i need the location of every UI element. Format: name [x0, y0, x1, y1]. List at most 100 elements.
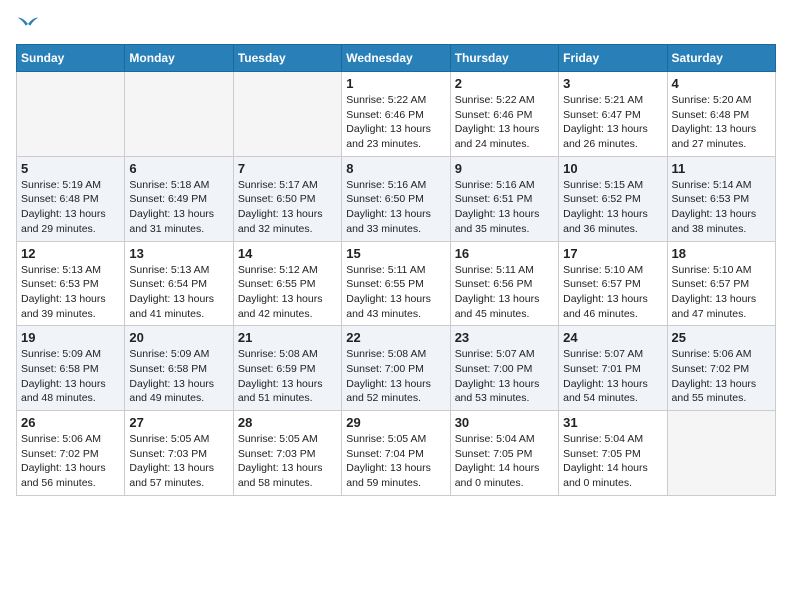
- cell-info: Sunrise: 5:16 AM Sunset: 6:50 PM Dayligh…: [346, 178, 445, 237]
- calendar-cell: 28 Sunrise: 5:05 AM Sunset: 7:03 PM Dayli…: [233, 411, 341, 496]
- calendar-cell: 15 Sunrise: 5:11 AM Sunset: 6:55 PM Dayli…: [342, 241, 450, 326]
- calendar-cell: 27 Sunrise: 5:05 AM Sunset: 7:03 PM Dayli…: [125, 411, 233, 496]
- day-number: 23: [455, 330, 554, 345]
- day-number: 15: [346, 246, 445, 261]
- calendar-cell: 16 Sunrise: 5:11 AM Sunset: 6:56 PM Dayli…: [450, 241, 558, 326]
- day-number: 8: [346, 161, 445, 176]
- calendar-cell: 1 Sunrise: 5:22 AM Sunset: 6:46 PM Daylig…: [342, 72, 450, 157]
- calendar-cell: 20 Sunrise: 5:09 AM Sunset: 6:58 PM Dayli…: [125, 326, 233, 411]
- calendar-week-row: 1 Sunrise: 5:22 AM Sunset: 6:46 PM Daylig…: [17, 72, 776, 157]
- cell-info: Sunrise: 5:17 AM Sunset: 6:50 PM Dayligh…: [238, 178, 337, 237]
- cell-info: Sunrise: 5:04 AM Sunset: 7:05 PM Dayligh…: [455, 432, 554, 491]
- day-number: 18: [672, 246, 771, 261]
- cell-info: Sunrise: 5:11 AM Sunset: 6:55 PM Dayligh…: [346, 263, 445, 322]
- cell-info: Sunrise: 5:19 AM Sunset: 6:48 PM Dayligh…: [21, 178, 120, 237]
- cell-info: Sunrise: 5:20 AM Sunset: 6:48 PM Dayligh…: [672, 93, 771, 152]
- cell-info: Sunrise: 5:04 AM Sunset: 7:05 PM Dayligh…: [563, 432, 662, 491]
- cell-info: Sunrise: 5:13 AM Sunset: 6:53 PM Dayligh…: [21, 263, 120, 322]
- col-header-saturday: Saturday: [667, 45, 775, 72]
- calendar-cell: [667, 411, 775, 496]
- cell-info: Sunrise: 5:08 AM Sunset: 7:00 PM Dayligh…: [346, 347, 445, 406]
- calendar-week-row: 12 Sunrise: 5:13 AM Sunset: 6:53 PM Dayli…: [17, 241, 776, 326]
- day-number: 19: [21, 330, 120, 345]
- calendar-cell: 18 Sunrise: 5:10 AM Sunset: 6:57 PM Dayli…: [667, 241, 775, 326]
- col-header-sunday: Sunday: [17, 45, 125, 72]
- cell-info: Sunrise: 5:05 AM Sunset: 7:03 PM Dayligh…: [129, 432, 228, 491]
- cell-info: Sunrise: 5:22 AM Sunset: 6:46 PM Dayligh…: [455, 93, 554, 152]
- day-number: 13: [129, 246, 228, 261]
- col-header-monday: Monday: [125, 45, 233, 72]
- calendar-cell: 12 Sunrise: 5:13 AM Sunset: 6:53 PM Dayli…: [17, 241, 125, 326]
- day-number: 11: [672, 161, 771, 176]
- calendar-week-row: 26 Sunrise: 5:06 AM Sunset: 7:02 PM Dayli…: [17, 411, 776, 496]
- calendar-cell: 21 Sunrise: 5:08 AM Sunset: 6:59 PM Dayli…: [233, 326, 341, 411]
- day-number: 25: [672, 330, 771, 345]
- logo: [16, 16, 44, 32]
- calendar-cell: 11 Sunrise: 5:14 AM Sunset: 6:53 PM Dayli…: [667, 156, 775, 241]
- calendar-cell: [17, 72, 125, 157]
- cell-info: Sunrise: 5:13 AM Sunset: 6:54 PM Dayligh…: [129, 263, 228, 322]
- day-number: 16: [455, 246, 554, 261]
- day-number: 30: [455, 415, 554, 430]
- day-number: 21: [238, 330, 337, 345]
- calendar-cell: 5 Sunrise: 5:19 AM Sunset: 6:48 PM Daylig…: [17, 156, 125, 241]
- cell-info: Sunrise: 5:15 AM Sunset: 6:52 PM Dayligh…: [563, 178, 662, 237]
- cell-info: Sunrise: 5:16 AM Sunset: 6:51 PM Dayligh…: [455, 178, 554, 237]
- calendar-cell: 13 Sunrise: 5:13 AM Sunset: 6:54 PM Dayli…: [125, 241, 233, 326]
- cell-info: Sunrise: 5:10 AM Sunset: 6:57 PM Dayligh…: [672, 263, 771, 322]
- day-number: 6: [129, 161, 228, 176]
- day-number: 12: [21, 246, 120, 261]
- cell-info: Sunrise: 5:14 AM Sunset: 6:53 PM Dayligh…: [672, 178, 771, 237]
- calendar-week-row: 5 Sunrise: 5:19 AM Sunset: 6:48 PM Daylig…: [17, 156, 776, 241]
- day-number: 22: [346, 330, 445, 345]
- calendar-cell: 3 Sunrise: 5:21 AM Sunset: 6:47 PM Daylig…: [559, 72, 667, 157]
- day-number: 1: [346, 76, 445, 91]
- cell-info: Sunrise: 5:12 AM Sunset: 6:55 PM Dayligh…: [238, 263, 337, 322]
- day-number: 10: [563, 161, 662, 176]
- cell-info: Sunrise: 5:06 AM Sunset: 7:02 PM Dayligh…: [21, 432, 120, 491]
- col-header-wednesday: Wednesday: [342, 45, 450, 72]
- cell-info: Sunrise: 5:08 AM Sunset: 6:59 PM Dayligh…: [238, 347, 337, 406]
- cell-info: Sunrise: 5:18 AM Sunset: 6:49 PM Dayligh…: [129, 178, 228, 237]
- day-number: 26: [21, 415, 120, 430]
- cell-info: Sunrise: 5:05 AM Sunset: 7:04 PM Dayligh…: [346, 432, 445, 491]
- cell-info: Sunrise: 5:07 AM Sunset: 7:00 PM Dayligh…: [455, 347, 554, 406]
- page-header: [16, 16, 776, 32]
- day-number: 9: [455, 161, 554, 176]
- calendar-header-row: SundayMondayTuesdayWednesdayThursdayFrid…: [17, 45, 776, 72]
- cell-info: Sunrise: 5:06 AM Sunset: 7:02 PM Dayligh…: [672, 347, 771, 406]
- day-number: 3: [563, 76, 662, 91]
- col-header-thursday: Thursday: [450, 45, 558, 72]
- day-number: 24: [563, 330, 662, 345]
- calendar-cell: 23 Sunrise: 5:07 AM Sunset: 7:00 PM Dayli…: [450, 326, 558, 411]
- day-number: 29: [346, 415, 445, 430]
- calendar-cell: 24 Sunrise: 5:07 AM Sunset: 7:01 PM Dayli…: [559, 326, 667, 411]
- calendar-cell: 25 Sunrise: 5:06 AM Sunset: 7:02 PM Dayli…: [667, 326, 775, 411]
- cell-info: Sunrise: 5:21 AM Sunset: 6:47 PM Dayligh…: [563, 93, 662, 152]
- calendar-cell: 14Sunrise: 5:12 AM Sunset: 6:55 PM Dayli…: [233, 241, 341, 326]
- day-number: 4: [672, 76, 771, 91]
- calendar-cell: 2Sunrise: 5:22 AM Sunset: 6:46 PM Daylig…: [450, 72, 558, 157]
- day-number: 28: [238, 415, 337, 430]
- cell-info: Sunrise: 5:07 AM Sunset: 7:01 PM Dayligh…: [563, 347, 662, 406]
- calendar-week-row: 19 Sunrise: 5:09 AM Sunset: 6:58 PM Dayli…: [17, 326, 776, 411]
- calendar-cell: 9 Sunrise: 5:16 AM Sunset: 6:51 PM Daylig…: [450, 156, 558, 241]
- calendar-cell: 29 Sunrise: 5:05 AM Sunset: 7:04 PM Dayli…: [342, 411, 450, 496]
- calendar-cell: 7Sunrise: 5:17 AM Sunset: 6:50 PM Daylig…: [233, 156, 341, 241]
- day-number: 20: [129, 330, 228, 345]
- cell-info: Sunrise: 5:09 AM Sunset: 6:58 PM Dayligh…: [21, 347, 120, 406]
- cell-info: Sunrise: 5:22 AM Sunset: 6:46 PM Dayligh…: [346, 93, 445, 152]
- calendar-cell: 31Sunrise: 5:04 AM Sunset: 7:05 PM Dayli…: [559, 411, 667, 496]
- calendar-cell: 17Sunrise: 5:10 AM Sunset: 6:57 PM Dayli…: [559, 241, 667, 326]
- day-number: 5: [21, 161, 120, 176]
- day-number: 27: [129, 415, 228, 430]
- col-header-tuesday: Tuesday: [233, 45, 341, 72]
- calendar-cell: 30 Sunrise: 5:04 AM Sunset: 7:05 PM Dayli…: [450, 411, 558, 496]
- cell-info: Sunrise: 5:11 AM Sunset: 6:56 PM Dayligh…: [455, 263, 554, 322]
- calendar-cell: 26 Sunrise: 5:06 AM Sunset: 7:02 PM Dayli…: [17, 411, 125, 496]
- calendar-cell: 22 Sunrise: 5:08 AM Sunset: 7:00 PM Dayli…: [342, 326, 450, 411]
- cell-info: Sunrise: 5:09 AM Sunset: 6:58 PM Dayligh…: [129, 347, 228, 406]
- cell-info: Sunrise: 5:05 AM Sunset: 7:03 PM Dayligh…: [238, 432, 337, 491]
- logo-bird-icon: [16, 16, 40, 32]
- col-header-friday: Friday: [559, 45, 667, 72]
